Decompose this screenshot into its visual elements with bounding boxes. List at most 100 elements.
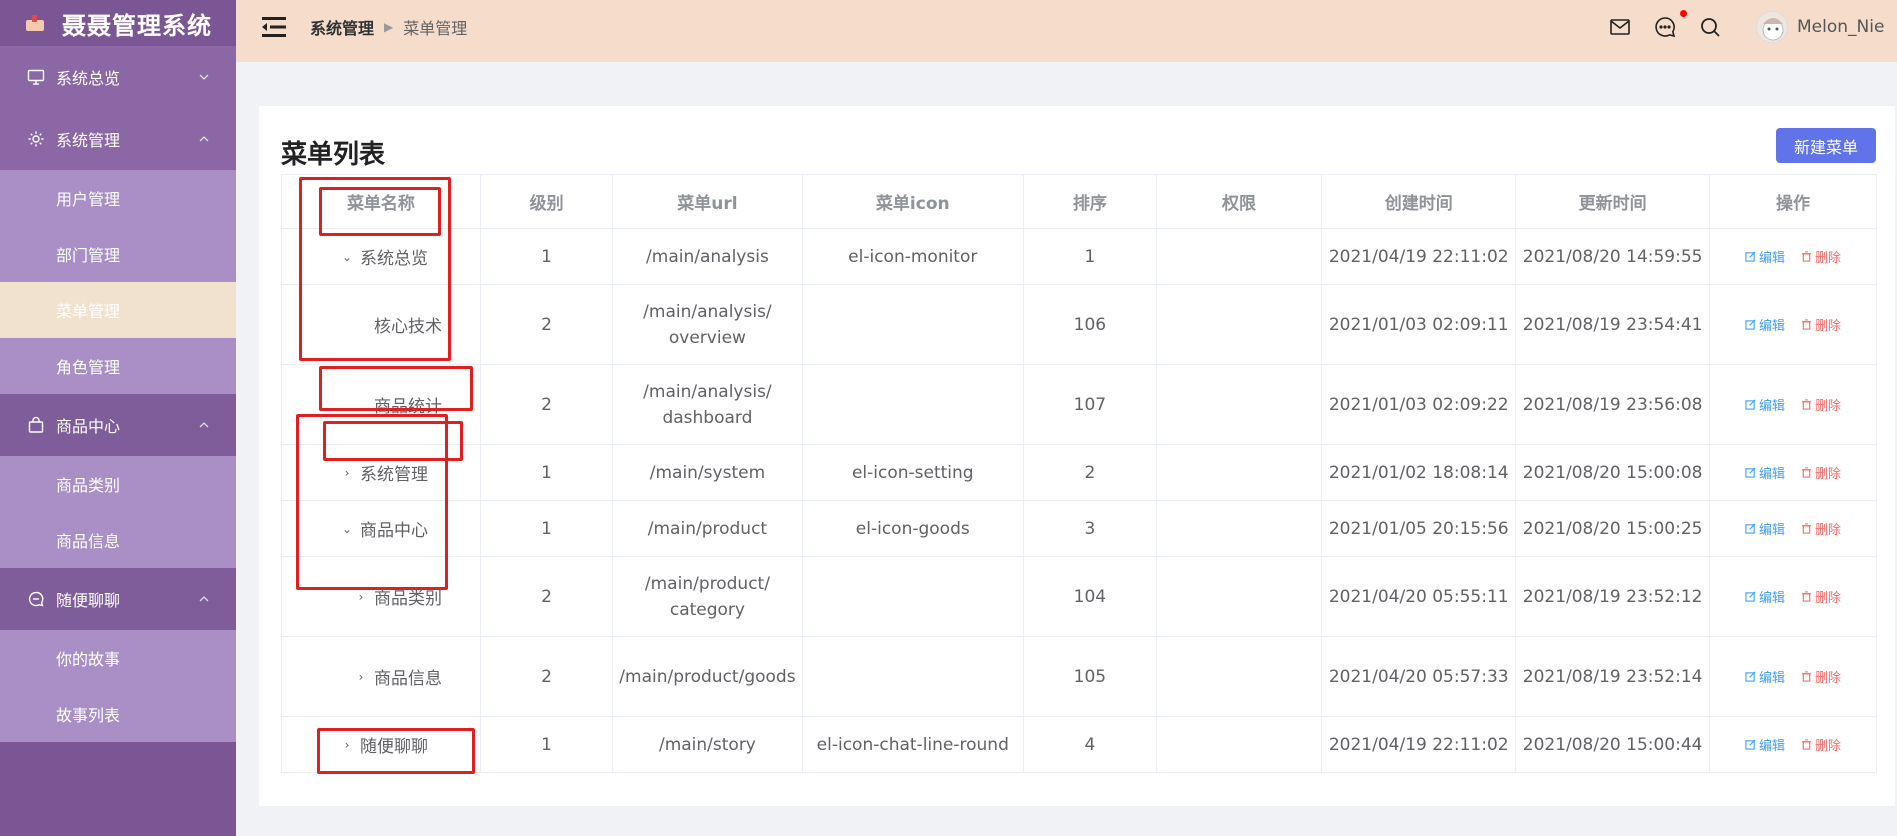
trash-icon	[1801, 739, 1812, 750]
edit-label: 编辑	[1759, 251, 1786, 266]
edit-button[interactable]: 编辑	[1745, 463, 1785, 482]
menu-icon-name	[801, 556, 1024, 637]
column-header: 级别	[479, 174, 614, 229]
app-logo[interactable]: 聂聂管理系统	[0, 0, 236, 46]
menu-name-cell: 核心技术	[281, 284, 481, 365]
edit-button[interactable]: 编辑	[1745, 395, 1785, 414]
avatar[interactable]	[1756, 11, 1788, 43]
chevron-down-icon	[199, 74, 209, 80]
menu-name: 商品类别	[374, 589, 442, 609]
chevron-right-icon[interactable]: ›	[340, 738, 354, 752]
delete-button[interactable]: 删除	[1801, 735, 1841, 754]
sidebar-item-label: 故事列表	[56, 706, 121, 725]
chevron-right-icon[interactable]: ›	[340, 466, 354, 480]
menu-name: 系统管理	[360, 465, 428, 485]
mail-icon[interactable]	[1608, 15, 1632, 39]
edit-label: 编辑	[1759, 523, 1786, 538]
menu-permission	[1155, 500, 1323, 557]
chevron-right-icon[interactable]: ›	[354, 590, 368, 604]
sidebar-item-menus[interactable]: 菜单管理	[0, 282, 236, 338]
sidebar-group-system[interactable]: 系统管理	[0, 108, 236, 170]
menu-url-cell: /main/product	[612, 500, 803, 557]
delete-button[interactable]: 删除	[1801, 315, 1841, 334]
breadcrumb: 系统管理 ▶ 菜单管理	[310, 0, 467, 54]
menu-name-cell: 商品统计	[281, 364, 481, 445]
delete-button[interactable]: 删除	[1801, 463, 1841, 482]
sidebar-item-label: 部门管理	[56, 246, 121, 265]
menu-level: 2	[479, 364, 614, 445]
logo-icon	[26, 15, 46, 31]
search-icon[interactable]	[1698, 15, 1722, 39]
message-icon[interactable]	[1653, 15, 1677, 39]
created-time: 2021/01/02 18:08:14	[1321, 444, 1517, 501]
table-header-row: 菜单名称 级别 菜单url 菜单icon 排序 权限 创建时间 更新时间 操作	[281, 174, 1877, 229]
sidebar-group-label: 随便聊聊	[56, 591, 121, 610]
table-row: 商品统计 2 /main/analysis/dashboard 107 2021…	[281, 364, 1877, 445]
sidebar-group-product[interactable]: 商品中心	[0, 394, 236, 456]
new-menu-button[interactable]: 新建菜单	[1776, 128, 1876, 163]
breadcrumb-item[interactable]: 系统管理	[310, 15, 374, 39]
sidebar-group-story[interactable]: 随便聊聊	[0, 568, 236, 630]
updated-time: 2021/08/20 15:00:25	[1515, 500, 1711, 557]
delete-button[interactable]: 删除	[1801, 247, 1841, 266]
edit-button[interactable]: 编辑	[1745, 587, 1785, 606]
menu-url: /main/product/category	[644, 573, 770, 620]
edit-button[interactable]: 编辑	[1745, 315, 1785, 334]
delete-button[interactable]: 删除	[1801, 667, 1841, 686]
trash-icon	[1801, 399, 1812, 410]
sidebar-item-departments[interactable]: 部门管理	[0, 226, 236, 282]
username[interactable]: Melon_Nie	[1797, 17, 1884, 37]
delete-label: 删除	[1815, 671, 1842, 686]
menu-level: 1	[479, 716, 614, 773]
sidebar-item-goods[interactable]: 商品信息	[0, 512, 236, 568]
sidebar-item-categories[interactable]: 商品类别	[0, 456, 236, 512]
sidebar-item-label: 商品类别	[56, 476, 121, 495]
chevron-down-icon[interactable]: ⌄	[340, 250, 354, 264]
menu-url-cell: /main/product/category	[612, 556, 803, 637]
menu-level: 2	[479, 636, 614, 717]
trash-icon	[1801, 251, 1812, 262]
delete-label: 删除	[1815, 523, 1842, 538]
chevron-right-icon[interactable]: ›	[354, 670, 368, 684]
delete-button[interactable]: 删除	[1801, 587, 1841, 606]
delete-button[interactable]: 删除	[1801, 519, 1841, 538]
menu-sort: 107	[1022, 364, 1157, 445]
edit-button[interactable]: 编辑	[1745, 735, 1785, 754]
chevron-up-icon	[199, 596, 209, 602]
chevron-down-icon[interactable]: ⌄	[340, 522, 354, 536]
actions-cell: 编辑 删除	[1709, 636, 1877, 717]
menu-url: /main/analysis/dashboard	[643, 381, 772, 428]
app-title: 聂聂管理系统	[62, 11, 212, 40]
column-header: 创建时间	[1321, 174, 1517, 229]
fold-menu-icon[interactable]	[262, 16, 286, 38]
actions-cell: 编辑 删除	[1709, 444, 1877, 501]
edit-icon	[1745, 467, 1756, 478]
menu-sort: 3	[1022, 500, 1157, 557]
menu-name-cell: › 商品类别	[281, 556, 481, 637]
menu-sort: 2	[1022, 444, 1157, 501]
actions-cell: 编辑 删除	[1709, 284, 1877, 365]
delete-button[interactable]: 删除	[1801, 395, 1841, 414]
edit-icon	[1745, 671, 1756, 682]
sidebar-item-roles[interactable]: 角色管理	[0, 338, 236, 394]
sidebar-item-story-list[interactable]: 故事列表	[0, 686, 236, 742]
sidebar-group-overview[interactable]: 系统总览	[0, 46, 236, 108]
trash-icon	[1801, 319, 1812, 330]
edit-button[interactable]: 编辑	[1745, 519, 1785, 538]
menu-icon-name	[801, 284, 1024, 365]
edit-icon	[1745, 739, 1756, 750]
created-time: 2021/04/20 05:57:33	[1321, 636, 1517, 717]
updated-time: 2021/08/20 14:59:55	[1515, 228, 1711, 285]
sidebar-item-users[interactable]: 用户管理	[0, 170, 236, 226]
delete-label: 删除	[1815, 467, 1842, 482]
menu-icon-name	[801, 364, 1024, 445]
edit-button[interactable]: 编辑	[1745, 247, 1785, 266]
trash-icon	[1801, 467, 1812, 478]
edit-button[interactable]: 编辑	[1745, 667, 1785, 686]
trash-icon	[1801, 523, 1812, 534]
sidebar-item-your-story[interactable]: 你的故事	[0, 630, 236, 686]
column-header: 操作	[1709, 174, 1877, 229]
actions-cell: 编辑 删除	[1709, 716, 1877, 773]
monitor-icon	[26, 67, 46, 87]
column-header: 菜单icon	[801, 174, 1024, 229]
